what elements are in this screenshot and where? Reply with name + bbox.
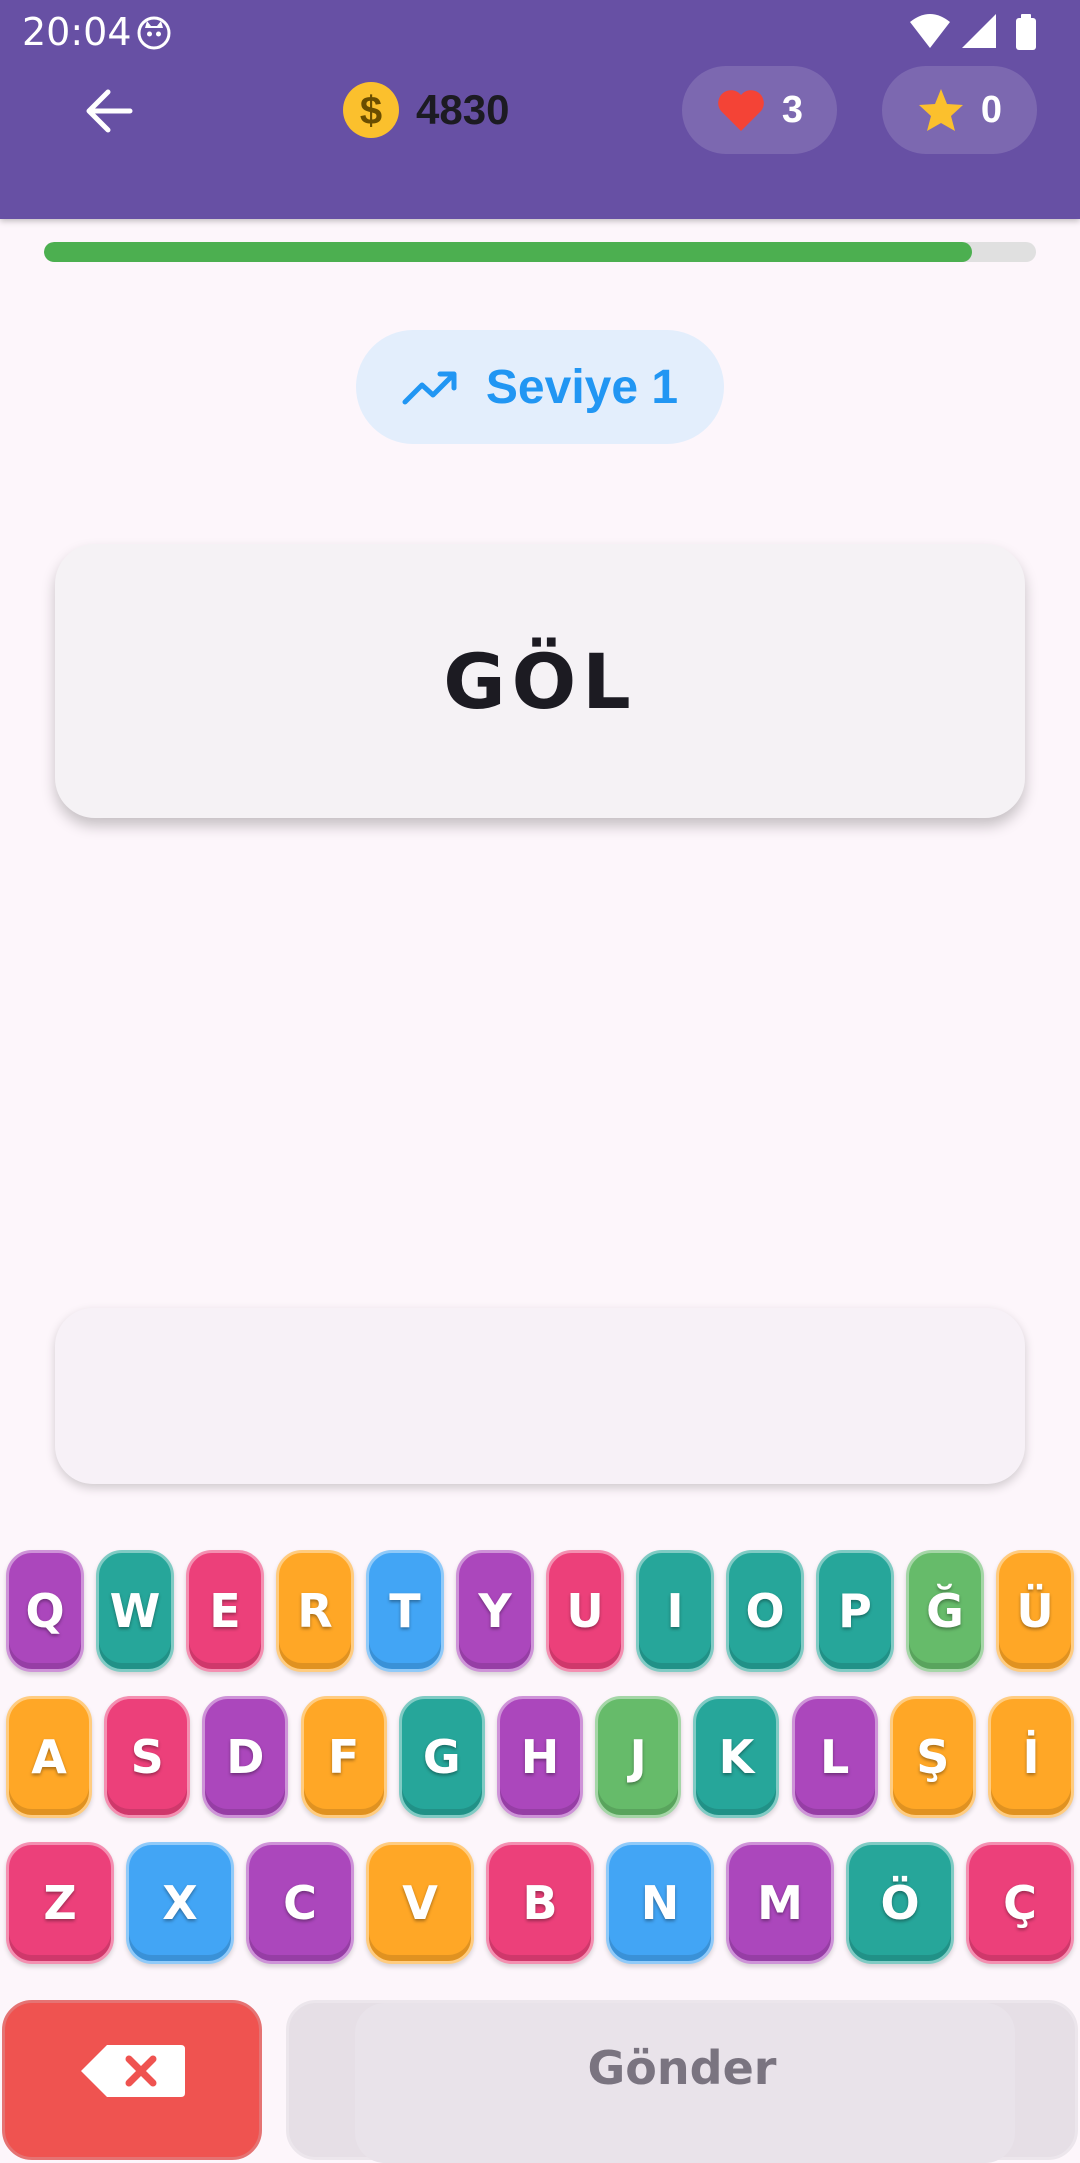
back-button[interactable]	[78, 80, 140, 142]
key-İ[interactable]: İ	[988, 1696, 1074, 1818]
progress-bar	[44, 242, 1036, 262]
status-time: 20:04	[22, 10, 132, 54]
backspace-icon	[81, 2045, 185, 2097]
key-Ğ[interactable]: Ğ	[906, 1550, 984, 1672]
key-I[interactable]: I	[636, 1550, 714, 1672]
key-E[interactable]: E	[186, 1550, 264, 1672]
key-N[interactable]: N	[606, 1842, 714, 1964]
coin-counter: $ 4830	[342, 79, 509, 141]
key-A[interactable]: A	[6, 1696, 92, 1818]
key-S[interactable]: S	[104, 1696, 191, 1818]
key-O[interactable]: O	[726, 1550, 804, 1672]
key-P[interactable]: P	[816, 1550, 894, 1672]
status-icons	[910, 14, 1036, 50]
key-H[interactable]: H	[497, 1696, 583, 1818]
key-Ş[interactable]: Ş	[889, 1696, 976, 1818]
key-W[interactable]: W	[96, 1550, 174, 1672]
app-bar: 20:04 $ 4830 3 0	[0, 0, 1080, 219]
level-chip: Seviye 1	[356, 330, 724, 444]
word-card: GÖL	[55, 544, 1025, 818]
key-L[interactable]: L	[791, 1696, 878, 1818]
wifi-icon	[910, 14, 950, 48]
key-F[interactable]: F	[300, 1696, 387, 1818]
key-B[interactable]: B	[486, 1842, 594, 1964]
key-T[interactable]: T	[366, 1550, 444, 1672]
key-Ç[interactable]: Ç	[966, 1842, 1074, 1964]
stars-pill: 0	[882, 66, 1037, 154]
key-D[interactable]: D	[202, 1696, 289, 1818]
heart-icon	[718, 90, 764, 131]
key-C[interactable]: C	[246, 1842, 354, 1964]
svg-text:$: $	[360, 89, 382, 133]
key-U[interactable]: U	[546, 1550, 624, 1672]
signal-icon	[962, 14, 996, 48]
progress-fill	[44, 242, 972, 262]
key-J[interactable]: J	[595, 1696, 682, 1818]
key-M[interactable]: M	[726, 1842, 834, 1964]
trending-up-icon	[402, 371, 457, 405]
target-word: GÖL	[443, 636, 637, 726]
key-R[interactable]: R	[276, 1550, 354, 1672]
level-label: Seviye 1	[485, 360, 679, 414]
key-G[interactable]: G	[398, 1696, 485, 1818]
battery-icon	[1016, 14, 1036, 50]
key-V[interactable]: V	[366, 1842, 474, 1964]
submit-label: Gönder	[587, 2041, 777, 2095]
answer-field[interactable]	[55, 1308, 1025, 1484]
delete-button[interactable]	[2, 2000, 262, 2160]
coin-count: 4830	[416, 86, 510, 133]
star-icon	[918, 89, 963, 131]
key-Ö[interactable]: Ö	[846, 1842, 954, 1964]
key-Y[interactable]: Y	[456, 1550, 534, 1672]
key-Z[interactable]: Z	[6, 1842, 114, 1964]
arrow-left-icon	[86, 89, 133, 133]
notification-cat-icon	[137, 16, 171, 50]
key-Ü[interactable]: Ü	[996, 1550, 1074, 1672]
lives-pill: 3	[682, 66, 837, 154]
dollar-coin-icon: $	[343, 82, 399, 138]
lives-count: 3	[781, 88, 804, 131]
stars-count: 0	[980, 88, 1003, 131]
key-X[interactable]: X	[126, 1842, 234, 1964]
key-K[interactable]: K	[693, 1696, 780, 1818]
submit-button[interactable]: Gönder	[286, 2000, 1078, 2163]
key-Q[interactable]: Q	[6, 1550, 84, 1672]
